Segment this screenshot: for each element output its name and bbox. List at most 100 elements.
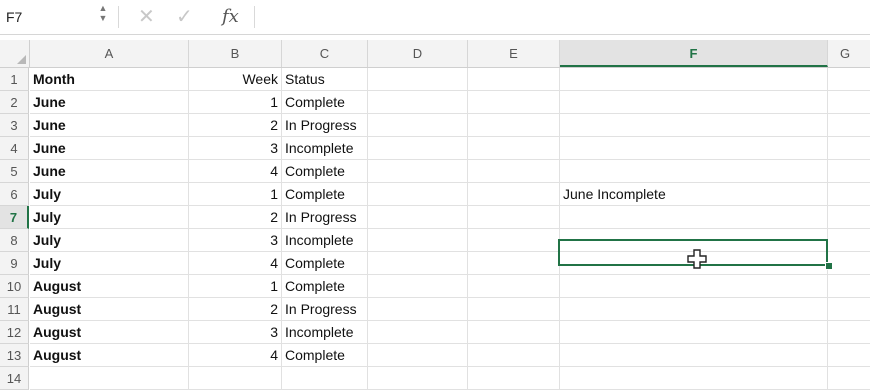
cell-d1[interactable] <box>368 68 468 91</box>
cell-f4[interactable] <box>560 137 828 160</box>
cell-c12[interactable]: Incomplete <box>282 321 368 344</box>
row-header[interactable]: 5 <box>0 160 29 183</box>
cell-b10[interactable]: 1 <box>189 275 282 298</box>
cell-d9[interactable] <box>368 252 468 275</box>
cell-g11[interactable] <box>828 298 870 321</box>
insert-function-icon[interactable]: fx <box>222 3 239 31</box>
row-header[interactable]: 10 <box>0 275 29 298</box>
cell-e10[interactable] <box>468 275 560 298</box>
cell-b7[interactable]: 2 <box>189 206 282 229</box>
cell-g13[interactable] <box>828 344 870 367</box>
cell-b13[interactable]: 4 <box>189 344 282 367</box>
column-header-g[interactable]: G <box>828 40 870 67</box>
enter-icon[interactable]: ✓ <box>176 3 193 31</box>
cell-g6[interactable] <box>828 183 870 206</box>
cell-a8[interactable]: July <box>30 229 189 252</box>
cell-e3[interactable] <box>468 114 560 137</box>
cell-e1[interactable] <box>468 68 560 91</box>
cell-d8[interactable] <box>368 229 468 252</box>
cell-f11[interactable] <box>560 298 828 321</box>
cell-c5[interactable]: Complete <box>282 160 368 183</box>
cell-c3[interactable]: In Progress <box>282 114 368 137</box>
column-header-a[interactable]: A <box>30 40 189 67</box>
cell-g12[interactable] <box>828 321 870 344</box>
row-header[interactable]: 13 <box>0 344 29 367</box>
cell-b1[interactable]: Week <box>189 68 282 91</box>
cell-e11[interactable] <box>468 298 560 321</box>
cell-g2[interactable] <box>828 91 870 114</box>
cell-a9[interactable]: July <box>30 252 189 275</box>
cell-f13[interactable] <box>560 344 828 367</box>
row-header[interactable]: 6 <box>0 183 29 206</box>
cell-c4[interactable]: Incomplete <box>282 137 368 160</box>
cell-c10[interactable]: Complete <box>282 275 368 298</box>
cell-g9[interactable] <box>828 252 870 275</box>
cell-e4[interactable] <box>468 137 560 160</box>
cell-a13[interactable]: August <box>30 344 189 367</box>
cell-e12[interactable] <box>468 321 560 344</box>
cell-b4[interactable]: 3 <box>189 137 282 160</box>
formula-input[interactable] <box>258 6 858 28</box>
cell-g8[interactable] <box>828 229 870 252</box>
row-header[interactable]: 8 <box>0 229 29 252</box>
cell-g4[interactable] <box>828 137 870 160</box>
cell-b2[interactable]: 1 <box>189 91 282 114</box>
cell-e6[interactable] <box>468 183 560 206</box>
cell-d3[interactable] <box>368 114 468 137</box>
cell-a14[interactable] <box>30 367 189 390</box>
row-header[interactable]: 11 <box>0 298 29 321</box>
cell-a10[interactable]: August <box>30 275 189 298</box>
cell-c13[interactable]: Complete <box>282 344 368 367</box>
cell-b5[interactable]: 4 <box>189 160 282 183</box>
cell-b11[interactable]: 2 <box>189 298 282 321</box>
cell-d13[interactable] <box>368 344 468 367</box>
name-box-stepper-icon[interactable]: ▲ ▼ <box>96 3 110 31</box>
cell-e5[interactable] <box>468 160 560 183</box>
name-box[interactable]: F7 <box>6 5 106 29</box>
column-header-e[interactable]: E <box>468 40 560 67</box>
row-header[interactable]: 4 <box>0 137 29 160</box>
cell-f6[interactable]: June Incomplete <box>560 183 828 206</box>
cell-a7[interactable]: July <box>30 206 189 229</box>
cell-f1[interactable] <box>560 68 828 91</box>
cell-a4[interactable]: June <box>30 137 189 160</box>
cell-e13[interactable] <box>468 344 560 367</box>
cell-d12[interactable] <box>368 321 468 344</box>
cell-g3[interactable] <box>828 114 870 137</box>
cell-g10[interactable] <box>828 275 870 298</box>
cell-b14[interactable] <box>189 367 282 390</box>
cell-b6[interactable]: 1 <box>189 183 282 206</box>
column-header-b[interactable]: B <box>189 40 282 67</box>
row-header[interactable]: 3 <box>0 114 29 137</box>
cell-b8[interactable]: 3 <box>189 229 282 252</box>
cell-a3[interactable]: June <box>30 114 189 137</box>
row-header[interactable]: 12 <box>0 321 29 344</box>
cell-c2[interactable]: Complete <box>282 91 368 114</box>
cell-d7[interactable] <box>368 206 468 229</box>
row-header[interactable]: 7 <box>0 206 29 229</box>
cell-f10[interactable] <box>560 275 828 298</box>
cell-f14[interactable] <box>560 367 828 390</box>
cell-g5[interactable] <box>828 160 870 183</box>
column-header-c[interactable]: C <box>282 40 368 67</box>
cell-a1[interactable]: Month <box>30 68 189 91</box>
column-header-f[interactable]: F <box>560 40 828 67</box>
row-header[interactable]: 9 <box>0 252 29 275</box>
cell-b9[interactable]: 4 <box>189 252 282 275</box>
cell-a6[interactable]: July <box>30 183 189 206</box>
column-header-d[interactable]: D <box>368 40 468 67</box>
cell-c8[interactable]: Incomplete <box>282 229 368 252</box>
cell-c6[interactable]: Complete <box>282 183 368 206</box>
cell-c1[interactable]: Status <box>282 68 368 91</box>
cell-f3[interactable] <box>560 114 828 137</box>
cell-d10[interactable] <box>368 275 468 298</box>
cell-e2[interactable] <box>468 91 560 114</box>
cell-d14[interactable] <box>368 367 468 390</box>
row-header[interactable]: 2 <box>0 91 29 114</box>
cell-a5[interactable]: June <box>30 160 189 183</box>
fill-handle[interactable] <box>825 262 833 270</box>
cell-f5[interactable] <box>560 160 828 183</box>
cell-d2[interactable] <box>368 91 468 114</box>
row-header[interactable]: 1 <box>0 68 29 91</box>
row-header[interactable]: 14 <box>0 367 29 390</box>
